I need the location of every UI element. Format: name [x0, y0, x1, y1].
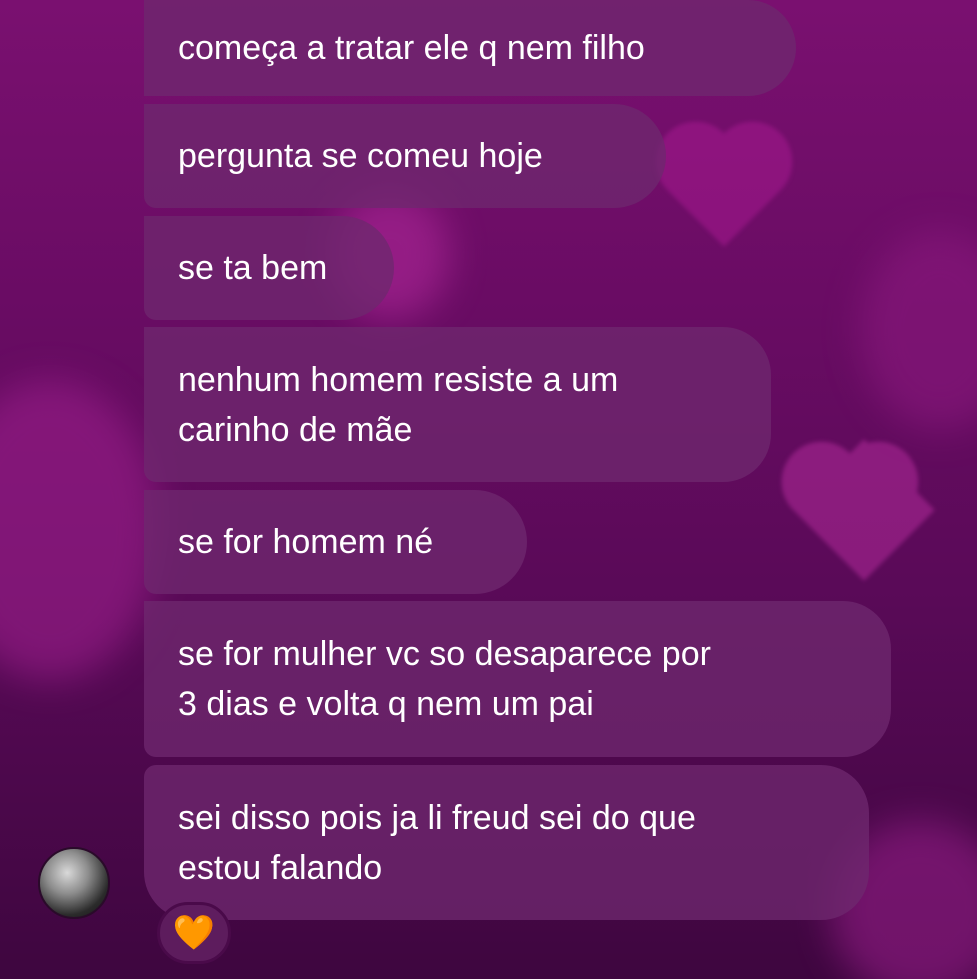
- background-heart-icon: [667, 133, 781, 247]
- message-text: se for homem né: [178, 523, 434, 561]
- message-text: nenhum homem resiste a um carinho de mãe: [178, 360, 619, 449]
- reaction-badge[interactable]: 🧡: [157, 902, 231, 964]
- message-bubble[interactable]: pergunta se comeu hoje: [144, 104, 666, 208]
- background-blob: [860, 230, 977, 430]
- background-heart-icon: [793, 439, 935, 581]
- user-avatar[interactable]: [38, 847, 110, 919]
- message-text: pergunta se comeu hoje: [178, 137, 543, 175]
- message-text: se ta bem: [178, 249, 328, 287]
- message-text: se for mulher vc so desaparece por 3 dia…: [178, 635, 711, 723]
- orange-heart-icon: 🧡: [172, 913, 216, 953]
- message-bubble[interactable]: se for mulher vc so desaparece por 3 dia…: [144, 601, 891, 757]
- message-bubble[interactable]: começa a tratar ele q nem filho: [144, 0, 796, 96]
- message-text: começa a tratar ele q nem filho: [178, 29, 645, 67]
- background-blob: [0, 380, 160, 680]
- message-bubble[interactable]: sei disso pois ja li freud sei do que es…: [144, 765, 869, 920]
- message-bubble[interactable]: se ta bem: [144, 216, 394, 320]
- message-text: sei disso pois ja li freud sei do que es…: [178, 798, 696, 887]
- message-bubble[interactable]: nenhum homem resiste a um carinho de mãe: [144, 327, 771, 482]
- message-bubble[interactable]: se for homem né: [144, 490, 527, 594]
